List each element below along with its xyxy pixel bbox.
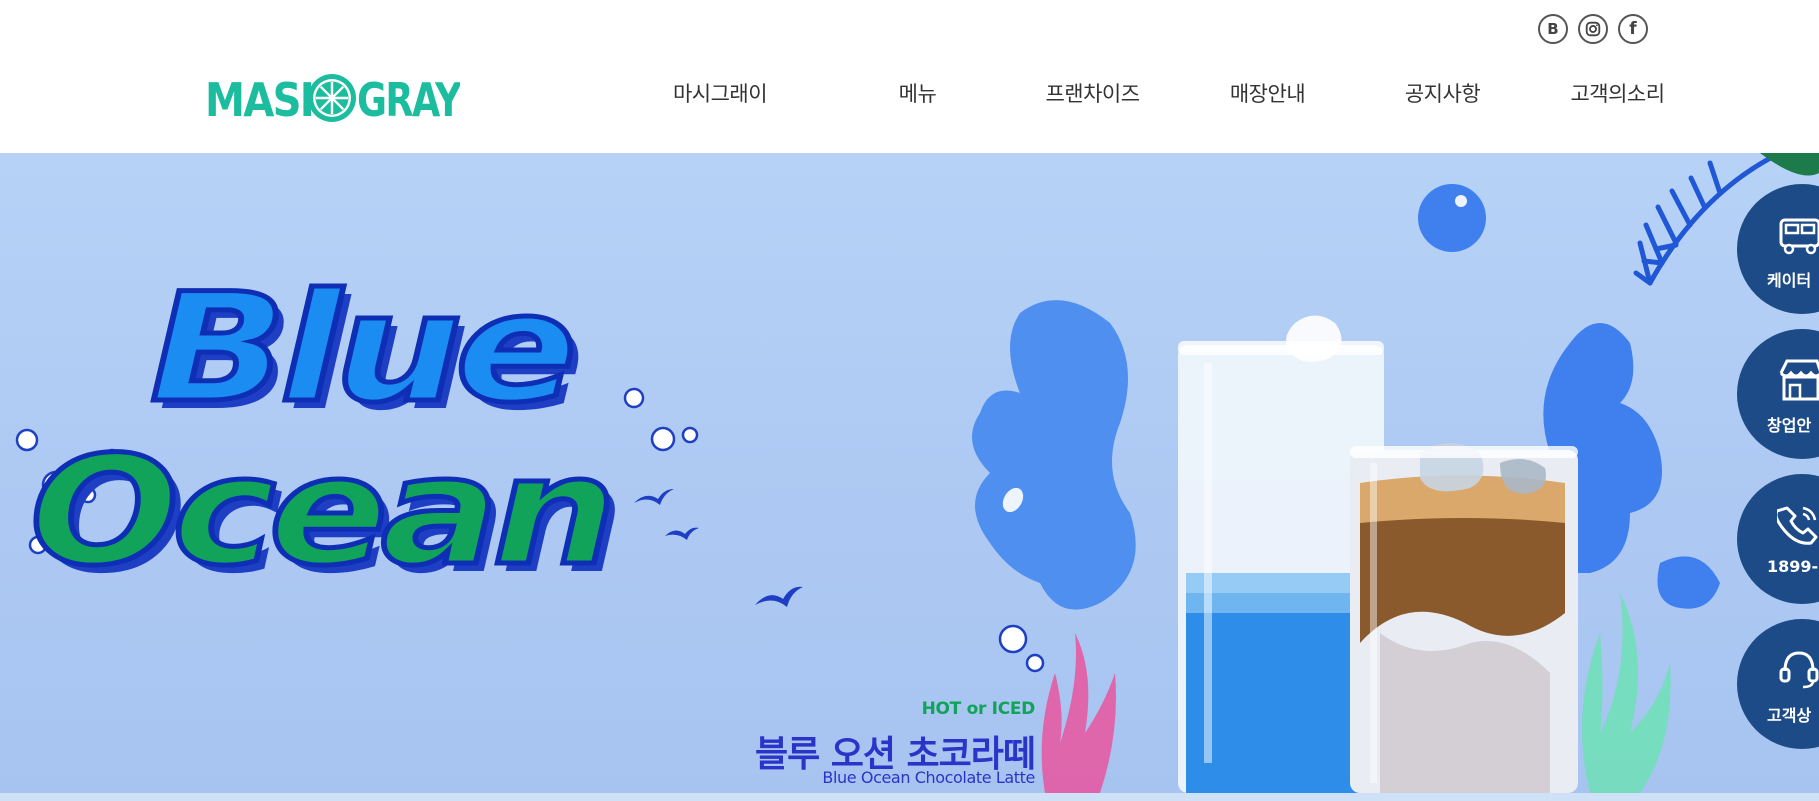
hero-artwork: Blue Blue Ocean Ocean (15, 153, 1819, 793)
leaf-decoration (1760, 153, 1819, 176)
blog-button[interactable]: B (1538, 14, 1568, 44)
svg-text:Ocean: Ocean (30, 425, 610, 599)
hero-bottom-strip (0, 793, 1819, 801)
hero-banner[interactable]: Blue Blue Ocean Ocean HOT or ICED 블루 오션 … (0, 153, 1819, 793)
social-links: B f (1538, 14, 1648, 44)
site-header: B f MASI GRAY 마시그래이 메뉴 프랜차이즈 매장안내 공지사항 고… (0, 0, 1819, 153)
instagram-icon (1585, 21, 1601, 37)
hot-or-iced-label: HOT or ICED (921, 699, 1036, 719)
svg-text:Blue: Blue (150, 262, 572, 436)
svg-text:MASI: MASI (205, 73, 313, 124)
svg-text:GRAY: GRAY (357, 73, 460, 124)
main-nav: 마시그래이 메뉴 프랜차이즈 매장안내 공지사항 고객의소리 (610, 78, 1705, 108)
facebook-button[interactable]: f (1618, 14, 1648, 44)
nav-item-about[interactable]: 마시그래이 (610, 78, 830, 108)
nav-item-notice[interactable]: 공지사항 (1355, 78, 1530, 108)
quick-phone-label: 1899-2( (1767, 557, 1819, 576)
logo-graphic: MASI GRAY (205, 73, 464, 127)
phone-icon (1777, 506, 1818, 545)
splash-left (972, 300, 1136, 610)
nav-item-menu[interactable]: 메뉴 (830, 78, 1005, 108)
blog-icon: B (1547, 20, 1559, 38)
seaweed-green (1582, 593, 1671, 793)
quick-startup-label: 창업안 (1767, 416, 1812, 435)
nav-item-franchise[interactable]: 프랜차이즈 (1005, 78, 1180, 108)
instagram-button[interactable] (1578, 14, 1608, 44)
facebook-icon: f (1629, 19, 1637, 39)
headset-icon (1779, 651, 1819, 689)
drink-glass-chocolate (1350, 443, 1578, 793)
store-icon (1779, 359, 1819, 401)
quick-customer-label: 고객상 (1767, 706, 1812, 725)
truck-icon (1779, 218, 1819, 255)
seaweed-pink (1041, 633, 1116, 793)
brand-logo[interactable]: MASI GRAY (205, 72, 464, 127)
blue-ocean-title: Blue Blue Ocean Ocean (28, 260, 625, 608)
bird-icons (634, 489, 803, 607)
lime-slice-icon (308, 74, 356, 122)
nav-item-voice[interactable]: 고객의소리 (1530, 78, 1705, 108)
nav-item-stores[interactable]: 매장안내 (1180, 78, 1355, 108)
product-name-english: Blue Ocean Chocolate Latte (822, 768, 1035, 787)
water-drop (1418, 184, 1486, 252)
quick-catering-label: 케이터 (1767, 271, 1812, 290)
